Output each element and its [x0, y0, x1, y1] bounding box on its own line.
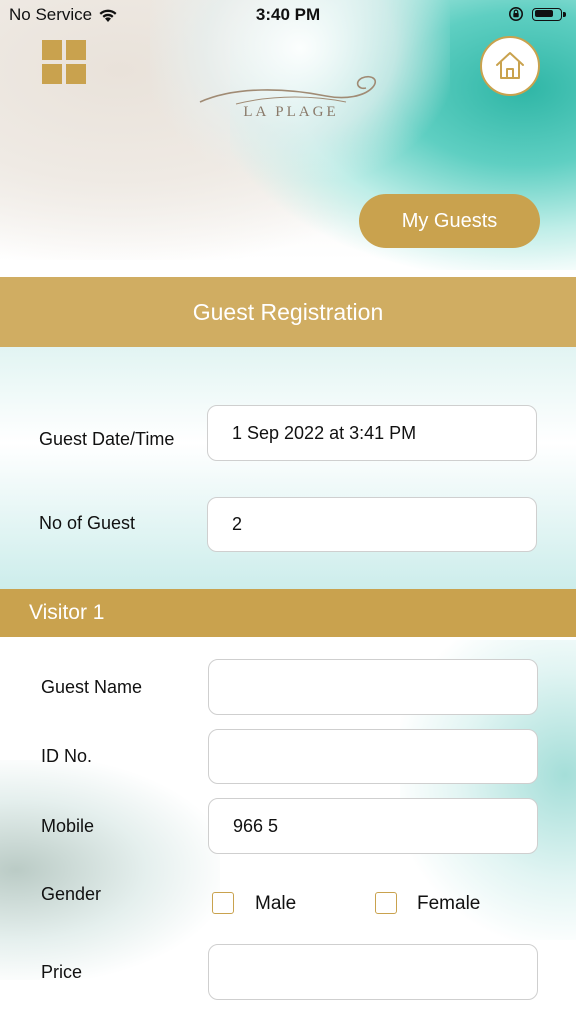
battery-icon [532, 7, 566, 21]
la-plage-logo: LA PLAGE [196, 72, 386, 128]
id-number-field[interactable] [208, 729, 538, 784]
wave-logo-icon [199, 75, 377, 105]
home-icon [496, 52, 524, 79]
grid-menu-icon[interactable] [42, 40, 86, 84]
price-label: Price [41, 962, 83, 982]
status-time: 3:40 PM [255, 5, 321, 24]
guest-name-label: Guest Name [41, 677, 143, 697]
mobile-label: Mobile [41, 816, 95, 836]
status-bar: No Service 3:40 PM [0, 0, 576, 30]
guest-count-field[interactable]: 2 [207, 497, 537, 552]
logo-text: LA PLAGE [243, 104, 339, 120]
male-checkbox[interactable] [212, 892, 234, 914]
guest-datetime-label: Guest Date/Time [39, 429, 175, 449]
visitor-heading: Visitor 1 [0, 589, 576, 637]
gender-label: Gender [41, 884, 102, 904]
id-number-label: ID No. [41, 746, 93, 766]
male-label: Male [255, 893, 297, 914]
my-guests-button[interactable]: My Guests [359, 194, 540, 248]
guest-datetime-field[interactable]: 1 Sep 2022 at 3:41 PM [207, 405, 537, 461]
guest-count-label: No of Guest [39, 513, 136, 533]
rotation-lock-icon [509, 7, 523, 21]
female-label: Female [417, 893, 481, 914]
female-checkbox[interactable] [375, 892, 397, 914]
home-button[interactable] [480, 36, 540, 96]
price-field[interactable] [208, 944, 538, 1000]
page-title: Guest Registration [0, 277, 576, 347]
mobile-field[interactable]: 966 5 [208, 798, 538, 854]
guest-name-field[interactable] [208, 659, 538, 715]
